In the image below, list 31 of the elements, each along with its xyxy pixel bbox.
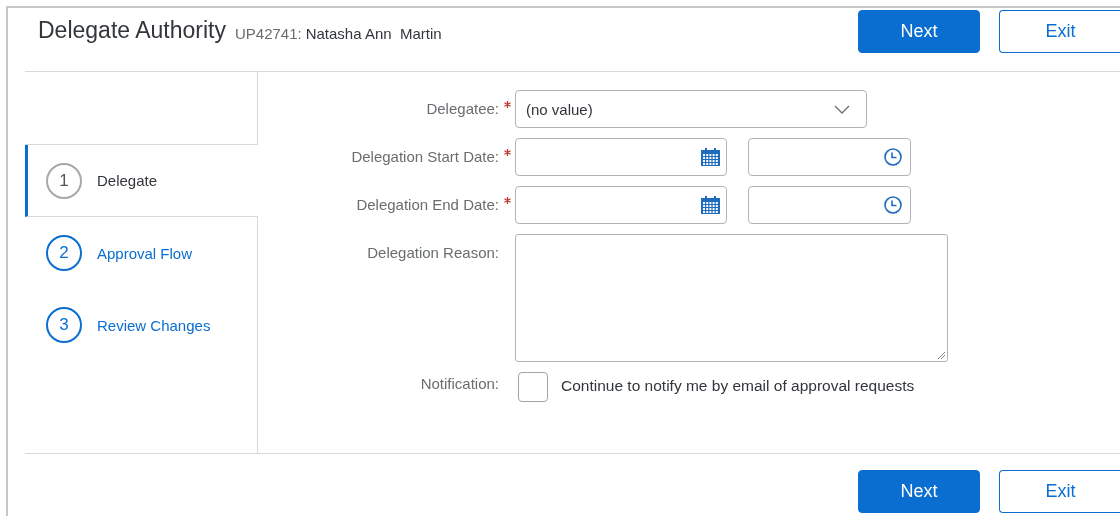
field-label: Delegation Reason:	[367, 244, 499, 261]
calendar-icon[interactable]	[701, 148, 720, 166]
next-button[interactable]: Next	[858, 10, 980, 53]
next-button[interactable]: Next	[858, 470, 980, 513]
resize-handle-icon[interactable]	[937, 351, 945, 359]
delegatee-dropdown[interactable]: (no value)	[515, 90, 867, 128]
step-item[interactable]: 2 Approval Flow	[25, 217, 257, 289]
time-field[interactable]	[748, 138, 911, 176]
exit-button[interactable]: Exit	[999, 470, 1120, 513]
time-field[interactable]	[748, 186, 911, 224]
chevron-down-icon[interactable]	[834, 104, 850, 114]
user-id: UP42741:	[234, 25, 302, 42]
exit-button[interactable]: Exit	[999, 10, 1120, 53]
field-label: Delegatee:	[426, 100, 499, 117]
step-number: 2	[46, 235, 82, 271]
clock-icon[interactable]	[884, 148, 902, 166]
date-field[interactable]	[515, 138, 727, 176]
step-number: 1	[46, 162, 82, 199]
date-field[interactable]	[515, 186, 727, 224]
field-label: Delegation Start Date:	[351, 148, 499, 165]
calendar-icon[interactable]	[701, 196, 720, 214]
step-number: 3	[46, 307, 82, 343]
notify-checkbox[interactable]	[518, 372, 548, 402]
checkbox-label: Continue to notify me by email of approval requests	[561, 377, 915, 395]
step-item[interactable]: 3 Review Changes	[25, 289, 257, 361]
step-item[interactable]: 1 Delegate	[25, 145, 258, 217]
field-label: Notification:	[420, 375, 499, 392]
field-label: Delegation End Date:	[356, 196, 499, 213]
page-title: Delegate Authority	[38, 17, 226, 44]
clock-icon[interactable]	[884, 196, 902, 214]
user-name: Natasha Ann Martin	[305, 25, 442, 42]
